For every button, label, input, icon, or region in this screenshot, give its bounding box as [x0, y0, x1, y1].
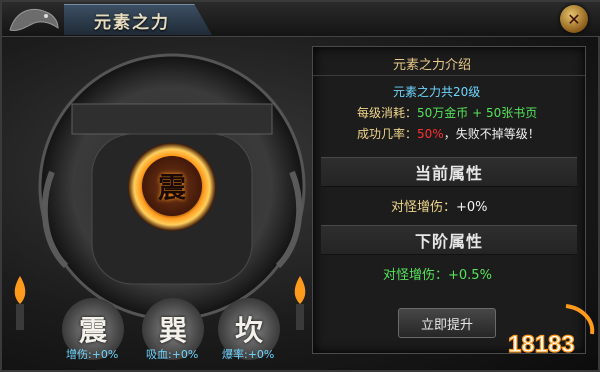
current-attr-label: 对怪增伤： [391, 200, 457, 215]
next-attr-label: 对怪增伤： [383, 268, 449, 283]
element-power-window: 元素之力 ✕ 震 震 增伤:+0% 巽 吸血:+0% 坎 爆率:+0% 元素之力… [0, 0, 600, 372]
torch-right-icon [294, 276, 306, 330]
rate-note: ，失败不掉等级！ [443, 127, 540, 141]
cost-value: 50万金币 + 50张书页 [417, 106, 538, 120]
rate-label: 成功几率： [357, 127, 418, 141]
site-watermark-logo: 18183 [507, 304, 595, 359]
level-count: 元素之力共20级 [393, 85, 481, 99]
window-title: 元素之力 [94, 13, 170, 33]
cost-row: 每级消耗：50万金币 + 50张书页 [357, 104, 537, 121]
current-attr-row: 对怪增伤：+0% [391, 196, 488, 215]
rate-value: 50% [417, 127, 444, 141]
svg-text:18183: 18183 [508, 331, 575, 358]
rune-caption: 增伤:+0% [66, 348, 119, 361]
next-attr-heading: 下阶属性 [321, 225, 577, 255]
current-attr-value: +0% [456, 200, 488, 215]
rune-caption: 爆率:+0% [222, 348, 275, 361]
close-button[interactable]: ✕ [560, 5, 588, 33]
close-icon: ✕ [567, 9, 581, 29]
torch-left-icon [14, 276, 26, 330]
dragon-ornament-icon [9, 8, 59, 31]
rune-caption: 吸血:+0% [146, 348, 199, 361]
next-attr-value: +0.5% [448, 268, 492, 283]
title-bar: 元素之力 ✕ [2, 2, 600, 37]
intro-heading: 元素之力介绍 [393, 58, 472, 73]
cost-label: 每级消耗： [357, 106, 418, 120]
upgrade-now-button[interactable]: 立即提升 [398, 308, 496, 338]
center-rune-glyph: 震 [142, 156, 202, 216]
next-attr-row: 对怪增伤：+0.5% [383, 264, 492, 283]
success-rate-row: 成功几率：50%，失败不掉等级！ [357, 125, 540, 142]
current-attr-heading: 当前属性 [321, 157, 577, 187]
